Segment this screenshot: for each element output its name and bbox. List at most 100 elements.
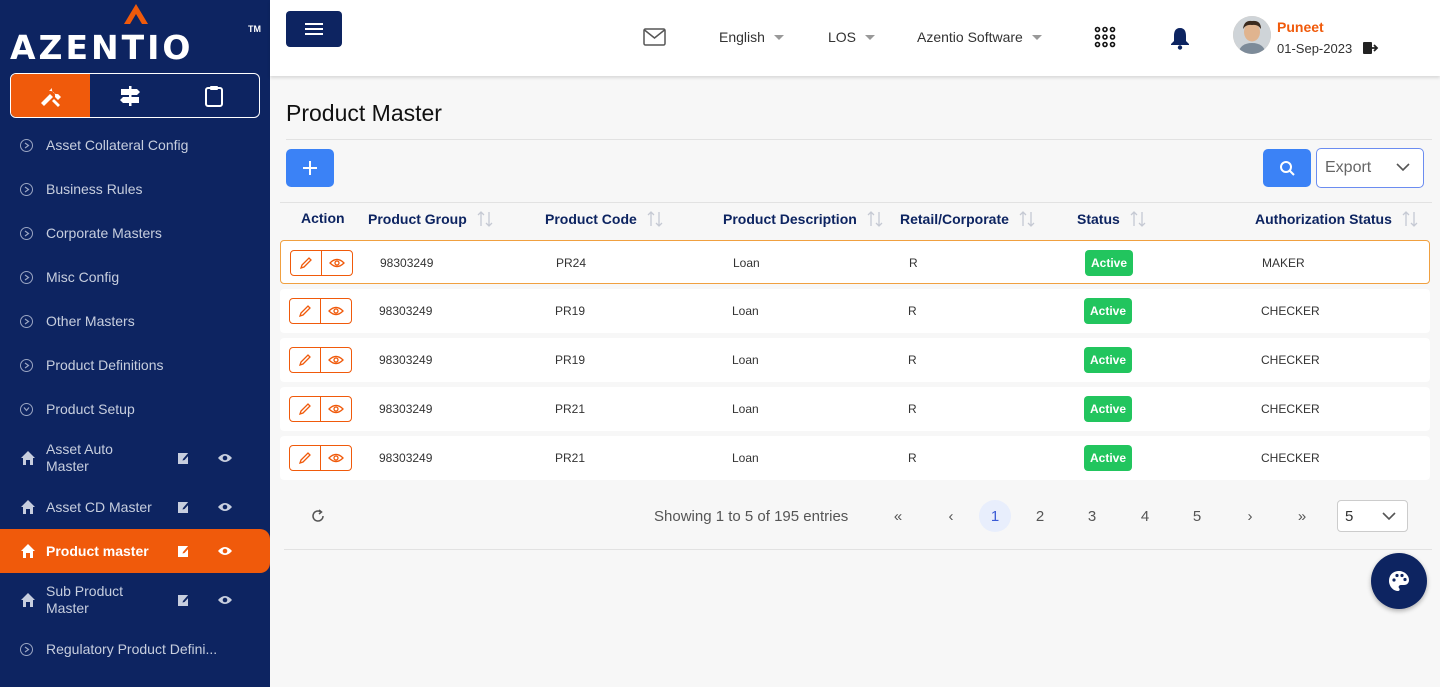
sidebar-item-label: Business Rules	[46, 181, 143, 197]
sort-icon[interactable]	[1402, 210, 1418, 228]
column-header-product-code[interactable]: Product Code	[545, 210, 663, 228]
table-row[interactable]: 98303249 PR19 Loan R Active CHECKER	[280, 338, 1430, 382]
export-select[interactable]: Export	[1316, 148, 1424, 188]
cell-product-code: PR19	[555, 353, 586, 367]
org-select[interactable]: Azentio Software	[917, 29, 1042, 45]
edit-icon[interactable]	[177, 451, 191, 465]
theme-palette-button[interactable]	[1371, 553, 1427, 609]
view-button[interactable]	[321, 397, 351, 421]
cell-product-description: Loan	[732, 353, 759, 367]
column-header-retail-corporate[interactable]: Retail/Corporate	[900, 210, 1035, 228]
sidebar-subitem-sub-product-master[interactable]: Sub Product Master	[0, 579, 270, 621]
cell-authorization-status: CHECKER	[1261, 304, 1320, 318]
logout-icon[interactable]	[1362, 41, 1379, 55]
cell-product-code: PR19	[555, 304, 586, 318]
view-icon[interactable]	[217, 594, 233, 606]
bell-icon[interactable]	[1169, 26, 1191, 50]
search-button[interactable]	[1263, 149, 1311, 187]
table-row[interactable]: 98303249 PR24 Loan R Active MAKER	[280, 240, 1430, 284]
pencil-icon	[298, 403, 311, 416]
mail-icon[interactable]	[643, 28, 666, 46]
edit-button[interactable]	[290, 446, 321, 470]
first-page-button[interactable]: «	[882, 500, 914, 532]
table-row[interactable]: 98303249 PR19 Loan R Active CHECKER	[280, 289, 1430, 333]
row-actions	[289, 396, 352, 422]
caret-down-icon	[865, 34, 876, 40]
sidebar-subitem-asset-cd-master[interactable]: Asset CD Master	[0, 485, 270, 529]
edit-button[interactable]	[291, 251, 322, 275]
page-button-5[interactable]: 5	[1181, 500, 1213, 532]
sort-icon[interactable]	[1130, 210, 1146, 228]
refresh-icon[interactable]	[310, 508, 326, 524]
sort-icon[interactable]	[477, 210, 493, 228]
last-page-button[interactable]: »	[1286, 500, 1318, 532]
table-row[interactable]: 98303249 PR21 Loan R Active CHECKER	[280, 436, 1430, 480]
status-badge: Active	[1084, 396, 1132, 422]
next-page-button[interactable]: ›	[1234, 500, 1266, 532]
tab-clipboard[interactable]	[170, 74, 259, 117]
sidebar-item-misc-config[interactable]: Misc Config	[20, 265, 119, 289]
status-badge: Active	[1085, 250, 1133, 276]
module-select[interactable]: LOS	[828, 29, 876, 45]
view-button[interactable]	[322, 251, 352, 275]
view-icon[interactable]	[217, 545, 233, 557]
view-icon[interactable]	[217, 452, 233, 464]
page-button-4[interactable]: 4	[1129, 500, 1161, 532]
menu-toggle-button[interactable]	[286, 11, 342, 47]
view-button[interactable]	[321, 348, 351, 372]
edit-button[interactable]	[290, 348, 321, 372]
avatar[interactable]	[1233, 16, 1271, 54]
column-header-status[interactable]: Status	[1077, 210, 1146, 228]
page-button-3[interactable]: 3	[1076, 500, 1108, 532]
azentio-logo: AZENTIO TM	[10, 4, 261, 67]
edit-button[interactable]	[290, 299, 321, 323]
language-select[interactable]: English	[719, 29, 784, 45]
edit-icon[interactable]	[177, 500, 191, 514]
cell-authorization-status: CHECKER	[1261, 353, 1320, 367]
column-header-product-description[interactable]: Product Description	[723, 210, 883, 228]
logo-mark-icon	[124, 4, 148, 24]
column-header-label: Status	[1077, 211, 1120, 227]
view-button[interactable]	[321, 299, 351, 323]
sort-icon[interactable]	[647, 210, 663, 228]
cell-product-group: 98303249	[379, 451, 433, 465]
page-button-2[interactable]: 2	[1024, 500, 1056, 532]
sort-icon[interactable]	[867, 210, 883, 228]
edit-icon[interactable]	[177, 593, 191, 607]
column-header-product-group[interactable]: Product Group	[368, 210, 493, 228]
cell-retail-corporate: R	[908, 304, 917, 318]
caret-down-icon	[1031, 34, 1042, 40]
prev-page-button[interactable]: ‹	[935, 500, 967, 532]
add-button[interactable]	[286, 149, 334, 187]
apps-grid-icon[interactable]	[1094, 26, 1116, 48]
page-size-select[interactable]: 5	[1337, 500, 1408, 532]
column-header-label: Retail/Corporate	[900, 211, 1009, 227]
edit-button[interactable]	[290, 397, 321, 421]
top-bar: English LOS Azentio Software Puneet 01-S…	[270, 0, 1440, 76]
status-badge: Active	[1084, 298, 1132, 324]
cell-authorization-status: CHECKER	[1261, 402, 1320, 416]
edit-icon[interactable]	[177, 544, 191, 558]
sidebar-item-regulatory-product-definitions[interactable]: Regulatory Product Defini...	[20, 637, 217, 661]
cell-retail-corporate: R	[908, 451, 917, 465]
view-icon[interactable]	[217, 501, 233, 513]
tab-tools[interactable]	[11, 74, 91, 117]
table-row[interactable]: 98303249 PR21 Loan R Active CHECKER	[280, 387, 1430, 431]
sidebar-subitem-product-master[interactable]: Product master	[0, 529, 270, 573]
sidebar-item-product-definitions[interactable]: Product Definitions	[20, 353, 164, 377]
sidebar-item-corporate-masters[interactable]: Corporate Masters	[20, 221, 162, 245]
trademark: TM	[248, 24, 261, 34]
sidebar-item-asset-collateral-config[interactable]: Asset Collateral Config	[20, 133, 188, 157]
sidebar-subitem-label: Asset CD Master	[46, 498, 152, 515]
sidebar-item-product-setup[interactable]: Product Setup	[20, 397, 135, 421]
tools-icon	[40, 87, 61, 107]
sidebar-item-business-rules[interactable]: Business Rules	[20, 177, 143, 201]
view-button[interactable]	[321, 446, 351, 470]
sidebar-subitem-asset-auto-master[interactable]: Asset Auto Master	[0, 437, 270, 479]
page-button-1[interactable]: 1	[979, 500, 1011, 532]
cell-product-description: Loan	[732, 402, 759, 416]
tab-signpost[interactable]	[90, 74, 169, 117]
column-header-authorization-status[interactable]: Authorization Status	[1255, 210, 1418, 228]
sort-icon[interactable]	[1019, 210, 1035, 228]
sidebar-item-other-masters[interactable]: Other Masters	[20, 309, 135, 333]
